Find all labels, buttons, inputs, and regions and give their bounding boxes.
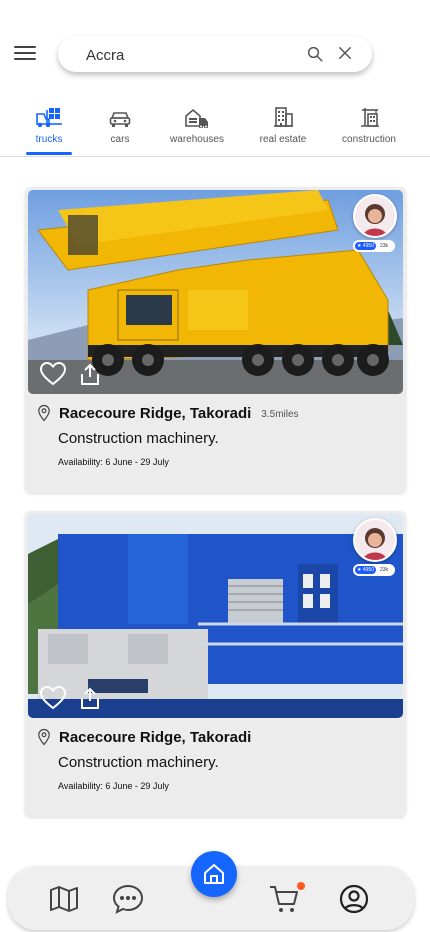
rating-badge: ★ 4950 23k bbox=[353, 240, 395, 252]
cart-icon[interactable] bbox=[268, 883, 300, 915]
listing-card[interactable]: ★ 4950 23k Racecoure Ridge, Takoradi 3.5… bbox=[25, 187, 406, 493]
location-text: Racecoure Ridge, Takoradi bbox=[59, 728, 252, 746]
location-pin-icon bbox=[38, 728, 50, 746]
cart-notification-dot bbox=[297, 882, 305, 890]
tab-trucks[interactable]: trucks bbox=[26, 104, 72, 156]
listing-card[interactable]: ★ 4950 23k Racecoure Ridge, Takoradi Con… bbox=[25, 511, 406, 817]
location-text: Racecoure Ridge, Takoradi bbox=[59, 404, 252, 422]
tab-warehouses[interactable]: warehouses bbox=[166, 104, 228, 156]
listing-description: Construction machinery. bbox=[58, 430, 219, 447]
rating-count: 23k bbox=[380, 243, 389, 249]
tab-label: warehouses bbox=[170, 134, 224, 145]
tab-label: cars bbox=[110, 134, 130, 145]
listing-image[interactable]: ★ 4950 23k bbox=[28, 190, 403, 394]
search-input[interactable] bbox=[84, 42, 298, 68]
tab-real-estate[interactable]: real estate bbox=[256, 104, 310, 156]
avatar-image bbox=[355, 196, 395, 236]
rating-count: 23k bbox=[380, 567, 389, 573]
profile-icon[interactable] bbox=[338, 883, 370, 915]
location-row: Racecoure Ridge, Takoradi 3.5miles bbox=[35, 404, 299, 422]
location-pin-icon bbox=[38, 404, 50, 422]
share-icon[interactable] bbox=[78, 686, 102, 710]
tab-label: trucks bbox=[35, 134, 63, 145]
favorite-heart-icon[interactable] bbox=[40, 686, 66, 710]
host-avatar[interactable] bbox=[353, 518, 397, 562]
listing-image[interactable]: ★ 4950 23k bbox=[28, 514, 403, 718]
hamburger-menu-icon[interactable] bbox=[14, 46, 36, 62]
tab-label: construction bbox=[342, 134, 396, 145]
share-icon[interactable] bbox=[78, 362, 102, 386]
tab-construction[interactable]: construction bbox=[337, 104, 401, 156]
host-avatar[interactable] bbox=[353, 194, 397, 238]
search-icon[interactable] bbox=[306, 45, 324, 63]
car-icon bbox=[109, 112, 131, 127]
map-icon[interactable] bbox=[48, 883, 80, 915]
availability-text: Availability: 6 June - 29 July bbox=[58, 781, 169, 791]
availability-text: Availability: 6 June - 29 July bbox=[58, 457, 169, 467]
construction-icon bbox=[361, 108, 379, 127]
rating-score: ★ 4950 bbox=[355, 242, 376, 250]
location-row: Racecoure Ridge, Takoradi bbox=[35, 728, 251, 746]
category-tabs: trucks cars warehouses real estate const… bbox=[0, 104, 430, 157]
listing-description: Construction machinery. bbox=[58, 754, 219, 771]
home-icon bbox=[204, 864, 224, 884]
distance-text: 3.5miles bbox=[261, 409, 299, 420]
tab-label: real estate bbox=[259, 134, 307, 145]
forklift-icon bbox=[36, 108, 62, 128]
search-bar[interactable] bbox=[58, 36, 372, 72]
rating-badge: ★ 4950 23k bbox=[353, 564, 395, 576]
close-icon[interactable] bbox=[336, 44, 354, 62]
tab-cars[interactable]: cars bbox=[104, 104, 136, 156]
avatar-image bbox=[355, 520, 395, 560]
favorite-heart-icon[interactable] bbox=[40, 362, 66, 386]
building-icon bbox=[274, 107, 293, 127]
chat-icon[interactable] bbox=[112, 883, 144, 915]
home-button[interactable] bbox=[191, 851, 237, 897]
rating-score: ★ 4950 bbox=[355, 566, 376, 574]
warehouse-icon bbox=[185, 108, 208, 128]
